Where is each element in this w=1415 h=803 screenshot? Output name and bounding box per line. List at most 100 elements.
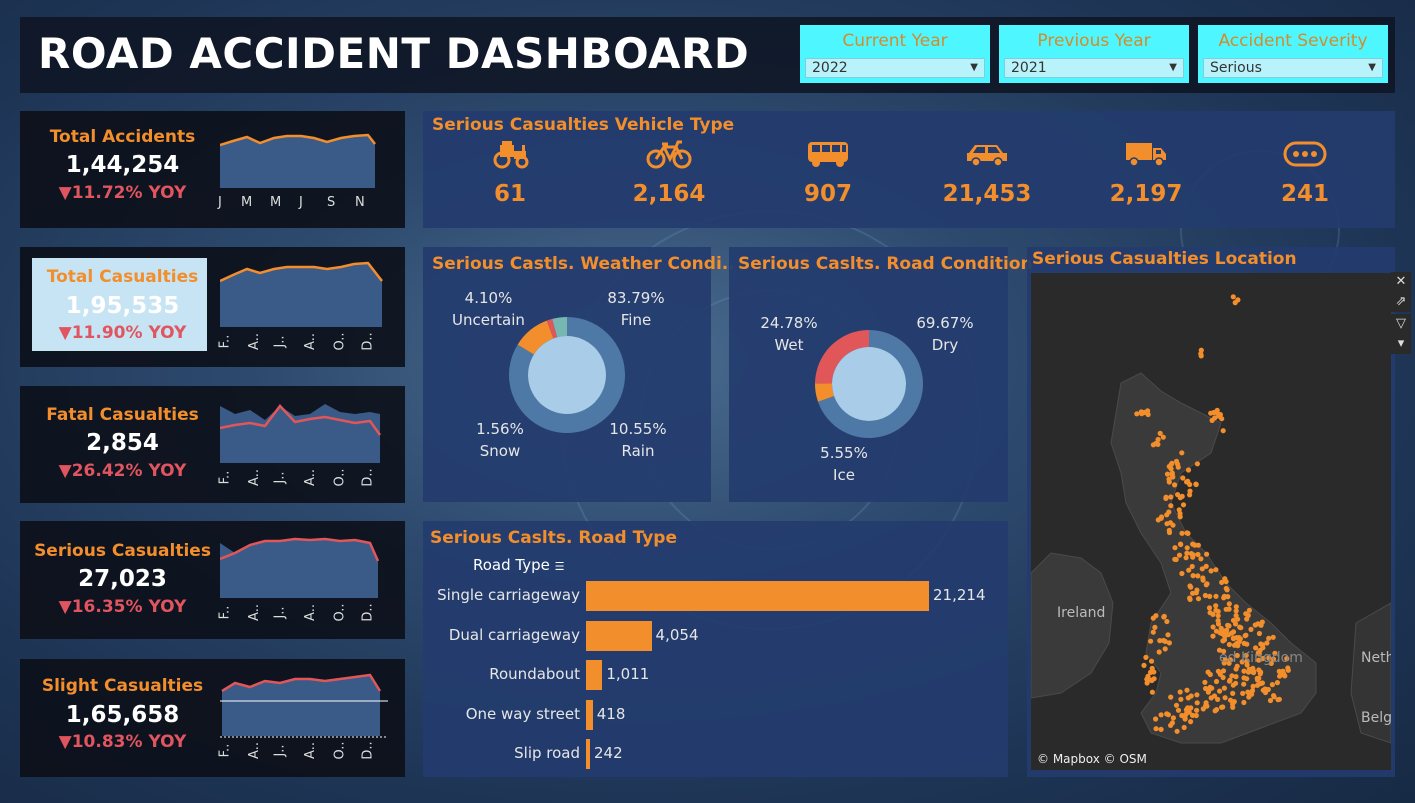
vehicle-item-car[interactable]: 21,453 (932, 139, 1042, 207)
casualty-point[interactable] (1177, 495, 1183, 501)
casualty-point[interactable] (1175, 707, 1182, 713)
road-type-header[interactable]: Road Type ☰ (473, 556, 565, 574)
casualty-point[interactable] (1181, 724, 1187, 731)
casualty-point[interactable] (1176, 552, 1183, 558)
casualty-point[interactable] (1187, 595, 1193, 601)
casualty-point[interactable] (1203, 703, 1209, 709)
current-year-dropdown[interactable]: 2022 ▼ (805, 58, 985, 78)
kpi-total-accidents[interactable]: Total Accidents 1,44,254 ▼11.72% YOY J M… (20, 111, 405, 228)
casualty-point[interactable] (1170, 522, 1176, 528)
casualty-point[interactable] (1202, 679, 1208, 685)
casualty-point[interactable] (1207, 593, 1213, 599)
casualty-point[interactable] (1211, 693, 1218, 699)
casualty-point[interactable] (1168, 694, 1174, 700)
casualty-point[interactable] (1193, 712, 1199, 719)
vehicle-item-bicycle[interactable]: 2,164 (614, 139, 724, 207)
casualty-point[interactable] (1184, 479, 1190, 485)
casualty-point[interactable] (1152, 624, 1158, 630)
casualty-point[interactable] (1161, 614, 1167, 620)
casualty-point[interactable] (1207, 610, 1213, 616)
casualty-point[interactable] (1182, 715, 1188, 721)
close-icon[interactable]: ✕ (1391, 272, 1411, 292)
casualty-point[interactable] (1244, 616, 1250, 622)
casualty-point[interactable] (1226, 606, 1232, 612)
casualty-point[interactable] (1256, 630, 1262, 637)
casualty-point[interactable] (1248, 626, 1254, 632)
casualty-point[interactable] (1134, 411, 1140, 417)
filter-icon[interactable]: ▽ (1391, 314, 1411, 334)
casualty-point[interactable] (1149, 689, 1155, 695)
casualty-point[interactable] (1198, 556, 1204, 562)
casualty-point[interactable] (1241, 699, 1247, 706)
bar[interactable] (586, 581, 929, 611)
casualty-point[interactable] (1230, 690, 1236, 696)
bar-row[interactable]: Slip road 242 (423, 739, 1008, 769)
casualty-point[interactable] (1165, 632, 1171, 638)
casualty-point[interactable] (1271, 694, 1277, 700)
casualty-point[interactable] (1249, 688, 1256, 694)
casualty-point[interactable] (1204, 551, 1210, 557)
casualty-point[interactable] (1200, 577, 1206, 583)
casualty-point[interactable] (1180, 502, 1187, 508)
casualty-point[interactable] (1270, 634, 1276, 640)
casualty-point[interactable] (1179, 570, 1185, 577)
casualty-point[interactable] (1219, 416, 1225, 422)
casualty-point[interactable] (1221, 593, 1227, 599)
casualty-point[interactable] (1198, 353, 1204, 359)
casualty-point[interactable] (1220, 674, 1226, 681)
casualty-point[interactable] (1226, 641, 1232, 648)
casualty-point[interactable] (1173, 458, 1180, 464)
casualty-point[interactable] (1138, 409, 1144, 415)
casualty-point[interactable] (1215, 668, 1221, 674)
casualty-point[interactable] (1158, 712, 1164, 718)
casualty-point[interactable] (1187, 583, 1193, 589)
kpi-slight-casualties[interactable]: Slight Casualties 1,65,658 ▼10.83% YOY F… (20, 659, 405, 777)
bar-row[interactable]: One way street 418 (423, 699, 1008, 730)
casualty-point[interactable] (1217, 688, 1223, 694)
accident-severity-dropdown[interactable]: Serious ▼ (1203, 58, 1383, 78)
casualty-point[interactable] (1227, 677, 1233, 683)
chevron-down-icon[interactable]: ▼ (970, 59, 978, 77)
casualty-point[interactable] (1244, 641, 1250, 647)
casualty-point[interactable] (1169, 472, 1175, 478)
casualty-point[interactable] (1206, 605, 1213, 611)
chevron-down-icon[interactable]: ▼ (1169, 59, 1177, 77)
casualty-point[interactable] (1168, 494, 1174, 500)
casualty-point[interactable] (1153, 726, 1159, 732)
casualty-point[interactable] (1157, 430, 1163, 436)
casualty-point[interactable] (1211, 409, 1217, 416)
casualty-point[interactable] (1233, 604, 1239, 610)
casualty-point[interactable] (1257, 671, 1263, 677)
external-link-icon[interactable]: ⇗ (1391, 292, 1411, 312)
casualty-point[interactable] (1164, 618, 1170, 625)
casualty-point[interactable] (1266, 635, 1272, 641)
kpi-serious-casualties[interactable]: Serious Casualties 27,023 ▼16.35% YOY F.… (20, 521, 405, 639)
casualty-point[interactable] (1179, 530, 1185, 536)
casualty-point[interactable] (1183, 555, 1189, 561)
casualty-point[interactable] (1190, 573, 1196, 579)
casualty-point[interactable] (1198, 347, 1204, 353)
filter-current-year[interactable]: Current Year 2022 ▼ (800, 25, 990, 83)
bar-row[interactable]: Dual carriageway 4,054 (423, 620, 1008, 651)
casualty-point[interactable] (1194, 700, 1200, 706)
casualty-point[interactable] (1188, 551, 1194, 557)
casualty-point[interactable] (1143, 654, 1149, 660)
casualty-point[interactable] (1256, 675, 1262, 681)
casualty-point[interactable] (1173, 702, 1180, 708)
casualty-point[interactable] (1158, 726, 1164, 732)
bar[interactable] (586, 739, 590, 769)
casualty-point[interactable] (1163, 494, 1169, 500)
casualty-point[interactable] (1222, 695, 1228, 701)
casualty-point[interactable] (1168, 466, 1174, 472)
casualty-point[interactable] (1162, 638, 1168, 644)
casualty-point[interactable] (1164, 521, 1170, 527)
casualty-point[interactable] (1219, 704, 1225, 710)
casualty-point[interactable] (1185, 530, 1191, 536)
casualty-point[interactable] (1187, 488, 1193, 494)
casualty-point[interactable] (1194, 461, 1200, 467)
casualty-point[interactable] (1177, 510, 1183, 517)
casualty-point[interactable] (1230, 294, 1236, 300)
casualty-point[interactable] (1232, 621, 1239, 627)
casualty-point[interactable] (1195, 551, 1201, 558)
casualty-point[interactable] (1262, 689, 1269, 696)
